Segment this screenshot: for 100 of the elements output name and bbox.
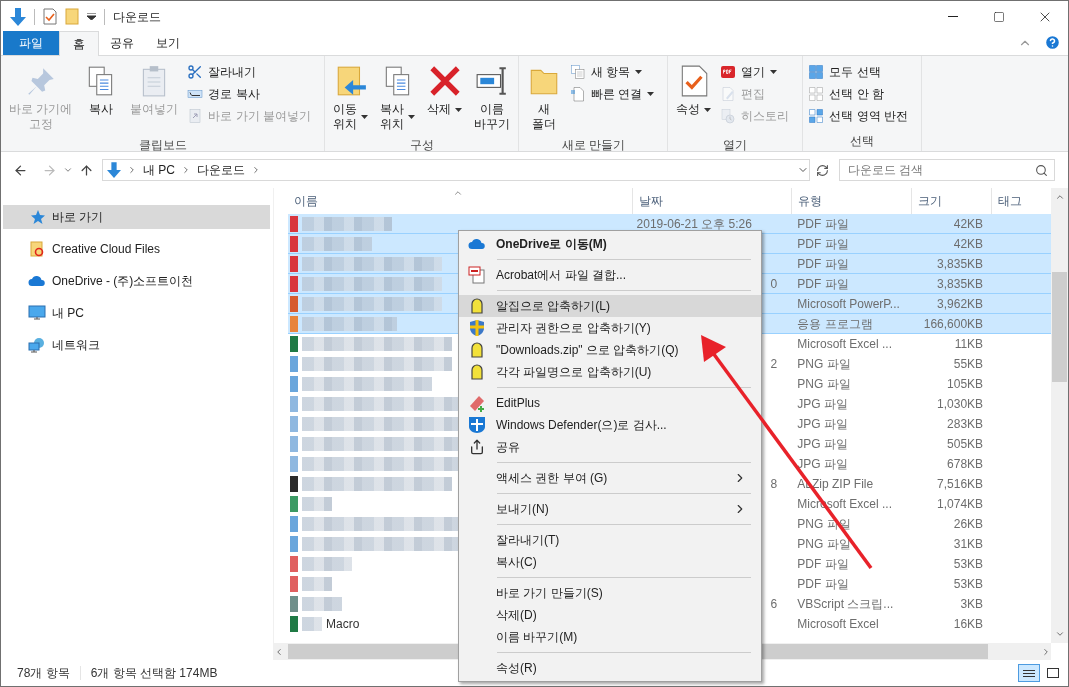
menu-item[interactable]: 각각 파일명으로 압축하기(U) — [459, 361, 761, 383]
grid-icon — [808, 108, 825, 124]
menu-item[interactable]: 액세스 권한 부여 (G) — [459, 467, 761, 489]
file-size: 31KB — [953, 537, 984, 551]
menu-item[interactable]: "Downloads.zip" 으로 압축하기(Q) — [459, 339, 761, 361]
star-icon — [29, 209, 45, 225]
new-item-icon — [570, 64, 586, 80]
ribbon-button[interactable]: 복사 — [79, 60, 124, 136]
file-type: JPG 파일 — [797, 437, 848, 451]
address-bar[interactable]: 내 PC 다운로드 — [102, 159, 810, 181]
sidebar-item[interactable]: 네트워크 — [3, 333, 270, 357]
caret-icon — [455, 107, 462, 112]
file-type: JPG 파일 — [797, 397, 848, 411]
network-icon — [28, 337, 46, 353]
acrobat-icon — [468, 266, 486, 284]
ribbon-button[interactable]: 모두 선택 — [806, 61, 911, 83]
search-field[interactable]: 다운로드 검색 — [839, 159, 1055, 181]
breadcrumb-item[interactable]: 내 PC — [143, 161, 175, 179]
refresh-icon[interactable] — [816, 163, 829, 177]
ribbon-tab[interactable]: 보기 — [145, 31, 191, 55]
details-view-icon[interactable] — [1018, 664, 1040, 682]
breadcrumb-item[interactable]: 다운로드 — [197, 161, 245, 179]
ribbon-button[interactable]: 경로 복사 — [185, 83, 313, 105]
back-icon[interactable] — [13, 162, 28, 178]
download-arrow-icon[interactable] — [10, 7, 26, 26]
group-label: 구성 — [409, 137, 434, 154]
blurred-name-drawing — [302, 617, 322, 631]
group-label: 클립보드 — [138, 137, 187, 154]
menu-item[interactable]: 잘라내기(T) — [459, 529, 761, 551]
caret-icon[interactable] — [87, 13, 96, 20]
file-type: PDF 파일 — [797, 216, 849, 231]
scroll-left-icon[interactable] — [274, 646, 284, 657]
file-size: 1,074KB — [937, 497, 984, 511]
scroll-up-icon[interactable] — [1054, 192, 1065, 202]
file-size: 53KB — [953, 557, 984, 571]
ribbon-button[interactable]: 잘라내기 — [185, 61, 313, 83]
file-type: PDF 파일 — [797, 276, 849, 291]
file-size: 105KB — [947, 377, 984, 391]
caret-icon — [408, 115, 415, 119]
ribbon-button[interactable]: 새 항목 — [568, 61, 657, 83]
menu-item[interactable]: EditPlus — [459, 392, 761, 414]
ribbon-button[interactable]: 삭제 — [422, 60, 467, 136]
help-icon[interactable] — [1044, 34, 1061, 51]
file-type: Microsoft Excel ... — [797, 337, 893, 351]
ribbon-button[interactable]: 선택 영역 반전 — [806, 105, 911, 127]
menu-item[interactable]: 바로 가기 만들기(S) — [459, 582, 761, 604]
file-size: 16KB — [953, 617, 984, 631]
sidebar-item[interactable]: Creative Cloud Files — [3, 237, 270, 261]
checkmark-document-icon[interactable] — [43, 8, 57, 25]
forward-icon[interactable] — [42, 162, 57, 178]
ribbon-button[interactable]: 새 폴더 — [522, 60, 566, 136]
file-type: Microsoft PowerP... — [797, 296, 900, 311]
ribbon-tab[interactable]: 홈 — [59, 31, 99, 56]
menu-item[interactable]: 속성(R) — [459, 657, 761, 679]
ribbon-tab[interactable]: 파일 — [3, 31, 59, 55]
ribbon-tab[interactable]: 공유 — [99, 31, 145, 55]
ribbon-button[interactable]: 선택 안 함 — [806, 83, 911, 105]
maximize-icon — [993, 10, 1005, 23]
file-type: Microsoft Excel — [797, 617, 879, 631]
menu-item[interactable]: Windows Defender(으)로 검사... — [459, 414, 761, 436]
menu-item[interactable]: 삭제(D) — [459, 604, 761, 626]
vertical-scrollbar[interactable] — [1051, 188, 1068, 643]
menu-item[interactable]: 복사(C) — [459, 551, 761, 573]
file-size: 505KB — [947, 437, 984, 451]
ribbon-button[interactable]: 열기 — [718, 61, 792, 83]
blurred-name-drawing — [302, 236, 372, 251]
menu-item[interactable]: 알집으로 압축하기(L) — [459, 295, 761, 317]
menu-item[interactable]: 보내기(N) — [459, 498, 761, 520]
file-size: 1,030KB — [937, 397, 984, 411]
column-header[interactable]: 이름 — [288, 188, 632, 214]
sidebar-item[interactable]: OneDrive - (주)소프트이천 — [3, 269, 270, 293]
ribbon-button[interactable]: 복사 위치 — [375, 60, 420, 136]
menu-item[interactable]: OneDrive로 이동(M) — [459, 233, 761, 255]
file-type: PDF 파일 — [797, 256, 849, 271]
breadcrumb-chevron-icon — [127, 165, 137, 175]
ribbon-button[interactable]: 속성 — [671, 60, 717, 136]
menu-item[interactable]: Acrobat에서 파일 결합... — [459, 264, 761, 286]
menu-item[interactable]: 관리자 권한으로 압축하기(Y) — [459, 317, 761, 339]
sidebar-item[interactable]: 내 PC — [3, 301, 270, 325]
pdf-icon — [720, 64, 737, 80]
monitor-icon — [28, 305, 46, 321]
recent-caret-icon[interactable] — [63, 165, 73, 175]
scroll-down-icon[interactable] — [1054, 629, 1065, 639]
scroll-right-icon[interactable] — [1041, 646, 1051, 657]
menu-item[interactable]: 이름 바꾸기(M) — [459, 626, 761, 648]
sidebar-item[interactable]: 바로 가기 — [3, 205, 270, 229]
file-size: 166,600KB — [923, 316, 984, 331]
file-date: 2019-06-21 오후 5:26 — [636, 215, 752, 233]
ribbon-button[interactable]: 이름 바꾸기 — [469, 60, 515, 136]
ribbon-button[interactable]: 이동 위치 — [328, 60, 373, 136]
history-icon — [720, 108, 737, 124]
file-size: 42KB — [953, 236, 984, 251]
bell-icon — [470, 341, 484, 359]
menu-item[interactable]: 공유 — [459, 436, 761, 458]
blurred-name-drawing — [302, 597, 342, 611]
scroll-thumb[interactable] — [1052, 272, 1067, 382]
selection-info: 6개 항목 선택함 174MB — [90, 665, 218, 682]
ribbon-button[interactable]: 빠른 연결 — [568, 83, 657, 105]
up-icon[interactable] — [79, 162, 94, 178]
file-size: 53KB — [953, 577, 984, 591]
